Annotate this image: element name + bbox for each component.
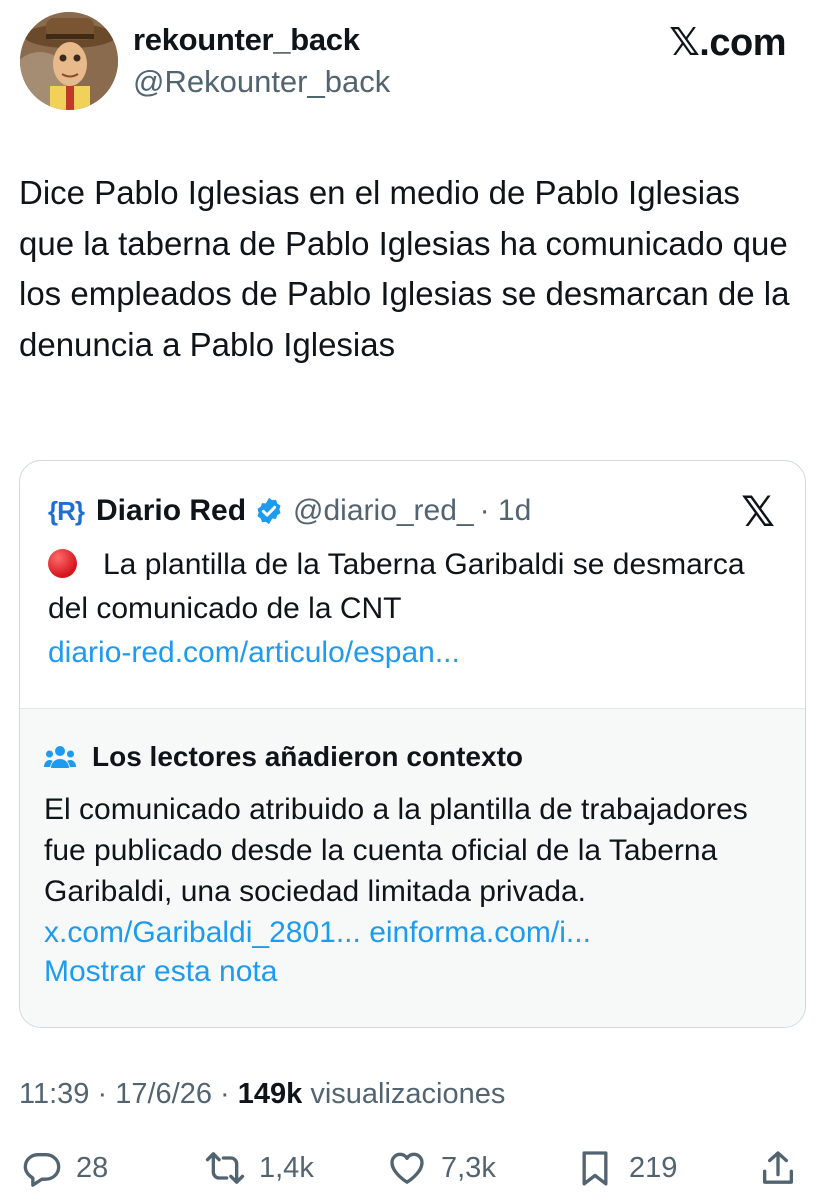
x-logo-icon: 𝕏	[741, 488, 775, 535]
quoted-tweet-link[interactable]: diario-red.com/articulo/espan...	[48, 636, 460, 669]
community-note-text: El comunicado atribuido a la plantilla d…	[44, 793, 748, 908]
x-brand-logo: 𝕏.com	[669, 22, 786, 64]
red-circle-icon	[48, 549, 77, 578]
community-note: Los lectores añadieron contexto El comun…	[20, 708, 805, 1027]
community-note-header: Los lectores añadieron contexto	[44, 741, 523, 773]
quoted-tweet-body: La plantilla de la Taberna Garibaldi se …	[48, 543, 788, 675]
heart-icon	[390, 1152, 424, 1184]
diario-red-logo-icon: {R}	[48, 495, 85, 526]
share-button[interactable]	[758, 1140, 798, 1196]
show-note-link[interactable]: Mostrar esta nota	[44, 955, 277, 989]
quoted-tweet-card[interactable]: {R} Diario Red @diario_red_ · 1d 𝕏 La pl…	[19, 460, 806, 1028]
community-note-link-2[interactable]: einforma.com/i...	[369, 916, 591, 949]
share-icon	[763, 1151, 793, 1184]
bookmark-count: 219	[629, 1151, 678, 1184]
like-count: 7,3k	[441, 1151, 496, 1184]
repost-button[interactable]: 1,4k	[205, 1140, 314, 1196]
views-label: visualizaciones	[310, 1078, 506, 1110]
bookmark-icon	[582, 1151, 608, 1186]
bookmark-button[interactable]: 219	[575, 1140, 677, 1196]
quoted-tweet-time: · 1d	[479, 494, 532, 527]
community-note-title: Los lectores añadieron contexto	[92, 741, 523, 772]
tweet-page: rekounter_back @Rekounter_back 𝕏.com Dic…	[0, 0, 824, 1200]
reply-button[interactable]: 28	[22, 1140, 108, 1196]
avatar[interactable]	[20, 12, 118, 110]
tweet-timestamp[interactable]: 11:39 · 17/6/26 ·	[19, 1078, 230, 1110]
quoted-author-name[interactable]: Diario Red	[96, 494, 246, 528]
user-handle[interactable]: @Rekounter_back	[133, 64, 390, 100]
community-note-body: El comunicado atribuido a la plantilla d…	[44, 789, 784, 953]
quoted-tweet-header: {R} Diario Red @diario_red_ · 1d	[48, 491, 531, 531]
quoted-author-handle[interactable]: @diario_red_	[293, 494, 474, 528]
community-note-link-1[interactable]: x.com/Garibaldi_2801...	[44, 916, 361, 949]
repost-count: 1,4k	[259, 1151, 314, 1184]
reply-count: 28	[76, 1151, 109, 1184]
repost-icon	[205, 1152, 245, 1184]
avatar-cowboy-icon	[20, 12, 118, 110]
tweet-text: Dice Pablo Iglesias en el medio de Pablo…	[19, 174, 790, 363]
verified-badge-icon	[257, 497, 281, 525]
people-group-icon	[44, 746, 76, 768]
tweet-meta: 11:39 · 17/6/26 · 149k visualizaciones	[19, 1078, 505, 1111]
action-bar: 28 1,4k 7,3k 219	[0, 1140, 824, 1196]
quoted-tweet-text: La plantilla de la Taberna Garibaldi se …	[48, 548, 745, 625]
reply-icon	[23, 1153, 61, 1187]
like-button[interactable]: 7,3k	[387, 1140, 496, 1196]
view-count: 149k	[237, 1078, 303, 1110]
display-name[interactable]: rekounter_back	[133, 22, 360, 58]
